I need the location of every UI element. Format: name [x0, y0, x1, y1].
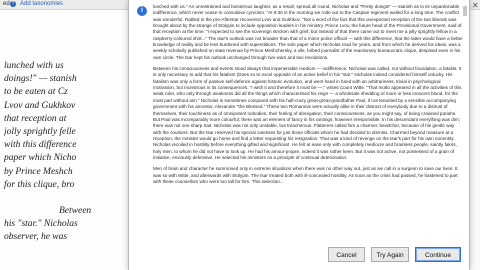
help-icon[interactable]: ?: [10, 1, 16, 7]
doc-line: doings!" — stanish: [4, 74, 77, 85]
message-paragraph: Between his consciousness and events sto…: [153, 66, 462, 160]
info-icon: i: [137, 6, 147, 16]
dialog-message: lunched with us." An unrestrained and bo…: [153, 4, 463, 240]
doc-gap: [4, 192, 124, 205]
doc-line: lunched with us: [4, 61, 64, 71]
right-margin: [470, 10, 480, 270]
doc-line: paper which Nicho: [4, 153, 77, 164]
doc-line: observer, he was: [4, 232, 68, 243]
document-text: lunched with us doings!" — stanish to be…: [4, 60, 124, 245]
doc-line: Between: [59, 206, 92, 217]
continue-dialog: i lunched with us." An unrestrained and …: [128, 0, 470, 270]
continue-button[interactable]: Continue: [415, 247, 461, 262]
doc-line: to be eaten at Cz: [4, 87, 68, 98]
top-link[interactable]: ed: [3, 0, 10, 9]
doc-line: with this difference: [4, 140, 77, 151]
message-paragraph: lunched with us." An unrestrained and bo…: [153, 4, 463, 60]
doc-line: that reception at: [4, 113, 67, 124]
dialog-scrollbar[interactable]: [463, 4, 467, 240]
doc-line: Lvov and Gukhkov: [4, 100, 76, 111]
doc-line: jolly sprightly felle: [4, 126, 76, 137]
add-taxonomies-link[interactable]: Add taxonomies: [20, 0, 63, 9]
doc-line: by Prince Meshch: [4, 166, 73, 177]
doc-line: for this clique, bro: [4, 179, 75, 190]
cancel-button[interactable]: Cancel: [328, 247, 365, 262]
scrollbar-thumb[interactable]: [463, 6, 467, 16]
close-icon[interactable]: ✕: [472, 1, 479, 10]
message-paragraph: Men of brain and character he summoned o…: [153, 166, 458, 184]
try-again-button[interactable]: Try Again: [371, 247, 409, 262]
dialog-button-row: Cancel Try Again Continue: [129, 247, 469, 267]
doc-line: his "star." Nicholas: [4, 219, 78, 230]
